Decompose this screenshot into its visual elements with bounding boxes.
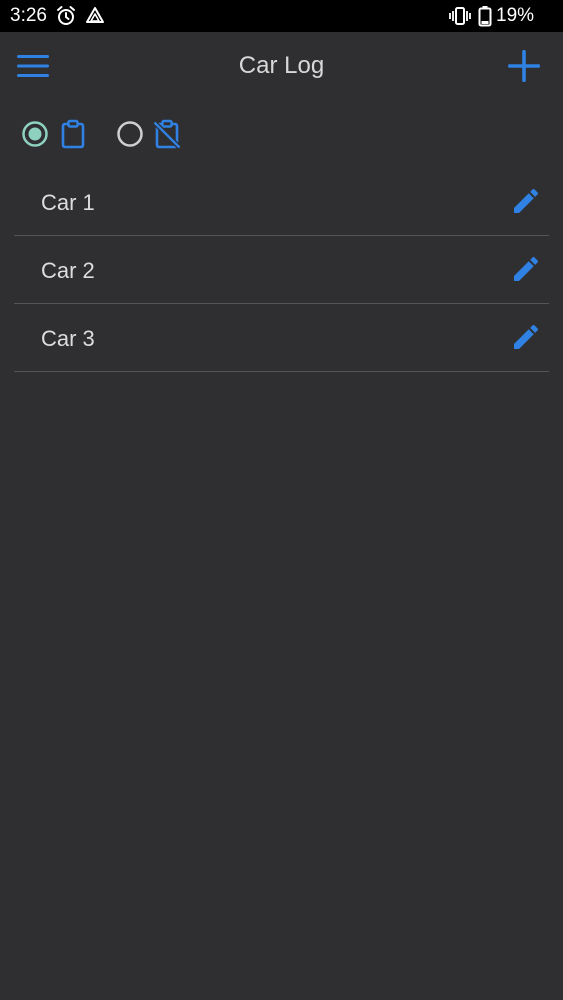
radio-filter-inactive[interactable] bbox=[117, 121, 143, 147]
app-screen: 3:26 19% Car Log Car 1 Car 2 Car 3 bbox=[0, 0, 563, 1000]
status-time: 3:26 bbox=[10, 5, 47, 26]
clipboard-icon bbox=[58, 119, 88, 149]
car-list-item[interactable]: Car 3 bbox=[14, 304, 549, 372]
page-title: Car Log bbox=[238, 52, 325, 79]
pencil-edit-icon bbox=[510, 185, 542, 217]
plus-icon bbox=[505, 47, 543, 85]
drive-icon bbox=[85, 5, 105, 27]
app-bar: Car Log bbox=[0, 32, 563, 102]
status-bar: 3:26 19% bbox=[0, 0, 563, 32]
car-name: Car 1 bbox=[41, 190, 95, 215]
edit-car-button[interactable] bbox=[510, 253, 542, 285]
pencil-edit-icon bbox=[510, 253, 542, 285]
edit-car-button[interactable] bbox=[510, 185, 542, 217]
filter-row bbox=[0, 112, 563, 156]
edit-car-button[interactable] bbox=[510, 321, 542, 353]
car-list-item[interactable]: Car 1 bbox=[14, 168, 549, 236]
car-name: Car 2 bbox=[41, 258, 95, 283]
vibrate-icon bbox=[449, 5, 471, 27]
battery-icon bbox=[478, 5, 492, 27]
battery-percent: 19% bbox=[496, 5, 535, 26]
add-car-button[interactable] bbox=[505, 47, 543, 85]
alarm-icon bbox=[56, 5, 76, 27]
car-name: Car 3 bbox=[41, 326, 95, 351]
car-list: Car 1 Car 2 Car 3 bbox=[14, 168, 549, 372]
radio-filter-active[interactable] bbox=[22, 121, 48, 147]
pencil-edit-icon bbox=[510, 321, 542, 353]
clipboard-off-icon bbox=[152, 119, 182, 149]
car-list-item[interactable]: Car 2 bbox=[14, 236, 549, 304]
